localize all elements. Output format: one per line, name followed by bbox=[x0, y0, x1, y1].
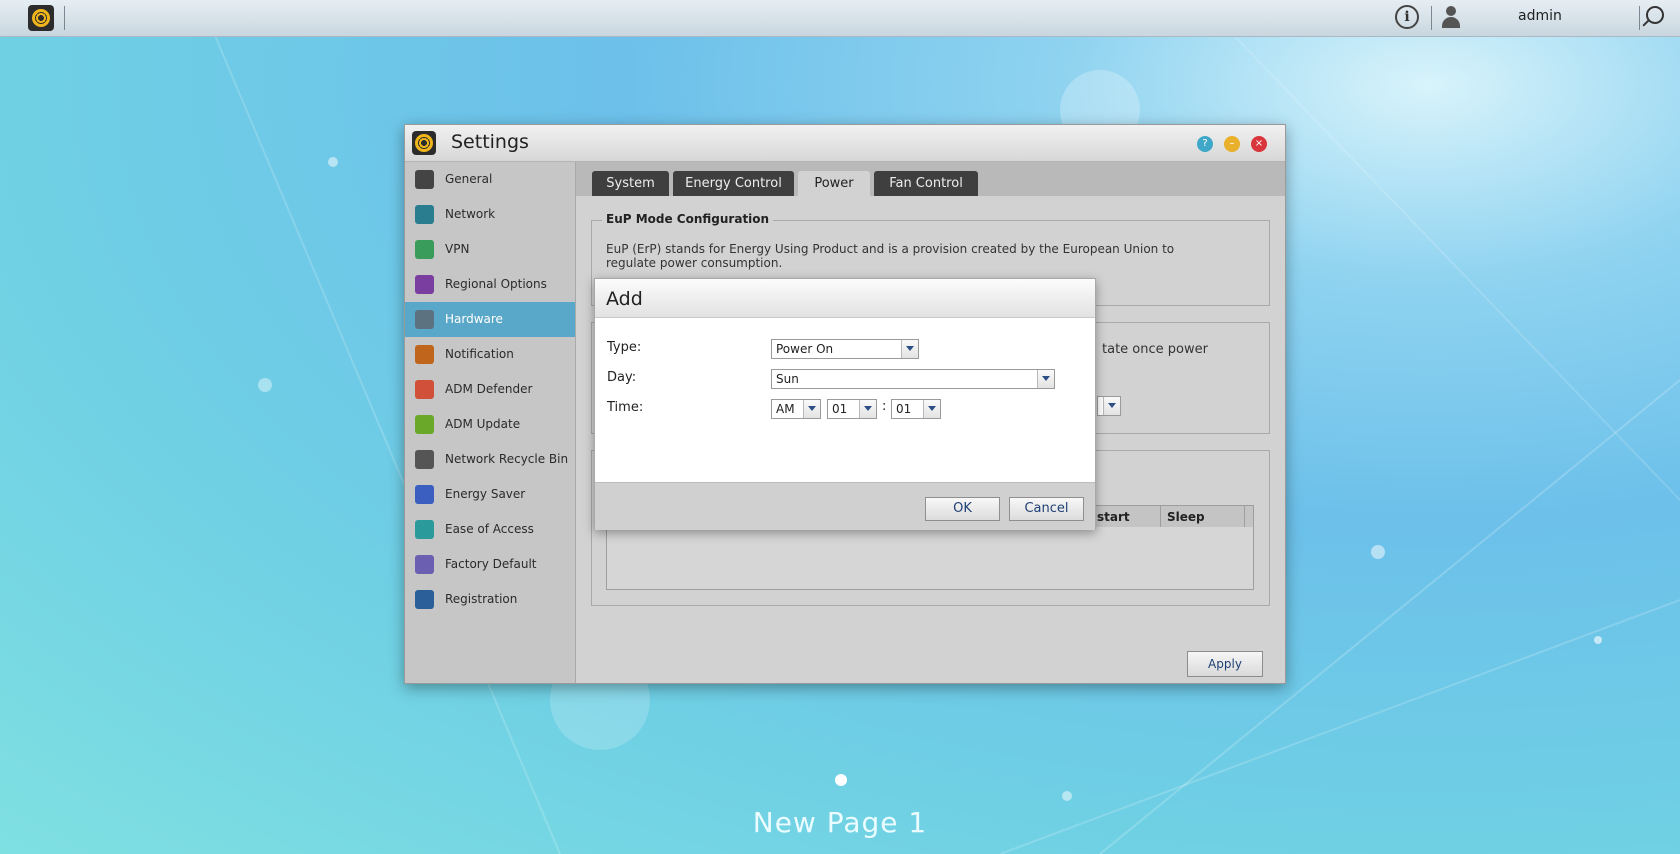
ok-button[interactable]: OK bbox=[925, 497, 1000, 521]
cloud-icon bbox=[415, 520, 434, 539]
sidebar-item-label: Energy Saver bbox=[445, 487, 526, 501]
schedule-table-body bbox=[606, 527, 1254, 590]
tab-fan-control[interactable]: Fan Control bbox=[874, 171, 978, 196]
sidebar-item-label: General bbox=[445, 172, 493, 186]
sidebar-item-adm-defender[interactable]: ADM Defender bbox=[405, 372, 575, 407]
trash-icon bbox=[415, 450, 434, 469]
sidebar-item-label: Regional Options bbox=[445, 277, 547, 291]
minimize-icon[interactable]: – bbox=[1224, 136, 1240, 152]
sidebar-item-regional-options[interactable]: Regional Options bbox=[405, 267, 575, 302]
server-icon bbox=[415, 170, 434, 189]
settings-app-icon[interactable] bbox=[28, 5, 54, 31]
sidebar-item-factory-default[interactable]: Factory Default bbox=[405, 547, 575, 582]
sidebar-item-label: Hardware bbox=[445, 312, 503, 326]
window-titlebar[interactable]: Settings ? – × bbox=[405, 125, 1285, 162]
taskbar-divider bbox=[1639, 6, 1640, 30]
firewall-icon bbox=[415, 380, 434, 399]
sidebar-item-label: ADM Defender bbox=[445, 382, 533, 396]
tab-system[interactable]: System bbox=[592, 171, 669, 196]
settings-icon bbox=[412, 131, 436, 155]
add-dialog: Add Type: Power On Day: Sun Time: AM 01 … bbox=[594, 278, 1096, 530]
sidebar-item-label: Factory Default bbox=[445, 557, 537, 571]
undo-icon bbox=[415, 555, 434, 574]
sidebar-item-adm-update[interactable]: ADM Update bbox=[405, 407, 575, 442]
lightning-icon bbox=[415, 485, 434, 504]
sidebar-item-label: Registration bbox=[445, 592, 518, 606]
time-separator: : bbox=[882, 399, 887, 414]
eup-description-line2: regulate power consumption. bbox=[606, 256, 783, 270]
column-header-restart[interactable]: start bbox=[1097, 510, 1130, 524]
page-indicator-dot[interactable] bbox=[835, 774, 847, 786]
help-icon[interactable]: ? bbox=[1197, 136, 1213, 152]
search-icon[interactable] bbox=[1646, 6, 1664, 24]
power-state-description: tate once power bbox=[1102, 342, 1208, 357]
house-icon bbox=[415, 240, 434, 259]
globe-icon bbox=[415, 205, 434, 224]
eup-legend: EuP Mode Configuration bbox=[602, 212, 774, 226]
tab-bar: System Energy Control Power Fan Control bbox=[576, 162, 1285, 196]
sidebar-item-label: Network bbox=[445, 207, 496, 221]
sidebar-item-network-recycle-bin[interactable]: Network Recycle Bin bbox=[405, 442, 575, 477]
day-value: Sun bbox=[776, 372, 799, 386]
sidebar-item-label: Notification bbox=[445, 347, 514, 361]
sidebar-item-notification[interactable]: Notification bbox=[405, 337, 575, 372]
sidebar-item-label: ADM Update bbox=[445, 417, 521, 431]
sidebar-item-energy-saver[interactable]: Energy Saver bbox=[405, 477, 575, 512]
dialog-titlebar[interactable]: Add bbox=[595, 279, 1095, 318]
hour-value: 01 bbox=[832, 402, 848, 416]
column-header-sleep[interactable]: Sleep bbox=[1167, 510, 1205, 524]
window-title: Settings bbox=[451, 131, 529, 153]
chevron-down-icon bbox=[803, 400, 820, 418]
tab-energy-control[interactable]: Energy Control bbox=[673, 171, 794, 196]
chevron-down-icon bbox=[1037, 370, 1054, 388]
taskbar-divider bbox=[64, 6, 65, 30]
alert-icon bbox=[415, 345, 434, 364]
dialog-title: Add bbox=[606, 288, 643, 310]
dialog-footer: OK Cancel bbox=[595, 482, 1095, 530]
clipboard-icon bbox=[415, 590, 434, 609]
user-icon[interactable] bbox=[1440, 5, 1462, 29]
day-select[interactable]: Sun bbox=[771, 369, 1055, 389]
time-label: Time: bbox=[607, 400, 644, 415]
map-pin-icon bbox=[415, 275, 434, 294]
sidebar-item-label: Ease of Access bbox=[445, 522, 534, 536]
type-value: Power On bbox=[776, 342, 834, 356]
settings-sidebar: General Network VPN Regional Options Hardwar… bbox=[405, 162, 576, 683]
sidebar-item-label: VPN bbox=[445, 242, 470, 256]
info-icon[interactable]: i bbox=[1395, 5, 1419, 29]
tab-power[interactable]: Power bbox=[798, 171, 870, 196]
sidebar-item-label: Network Recycle Bin bbox=[445, 452, 569, 466]
arrow-up-icon bbox=[415, 415, 434, 434]
time-hour-select[interactable]: 01 bbox=[827, 399, 877, 419]
taskbar-divider bbox=[1431, 6, 1432, 30]
type-label: Type: bbox=[607, 340, 642, 355]
ampm-value: AM bbox=[776, 402, 795, 416]
time-ampm-select[interactable]: AM bbox=[771, 399, 821, 419]
sidebar-item-network[interactable]: Network bbox=[405, 197, 575, 232]
cancel-button[interactable]: Cancel bbox=[1009, 497, 1084, 521]
sidebar-item-vpn[interactable]: VPN bbox=[405, 232, 575, 267]
sidebar-item-ease-of-access[interactable]: Ease of Access bbox=[405, 512, 575, 547]
desktop-page-label: New Page 1 bbox=[752, 806, 928, 839]
power-state-select[interactable] bbox=[1097, 396, 1121, 416]
close-icon[interactable]: × bbox=[1251, 136, 1267, 152]
day-label: Day: bbox=[607, 370, 637, 385]
hardware-icon bbox=[415, 310, 434, 329]
type-select[interactable]: Power On bbox=[771, 339, 919, 359]
sidebar-item-hardware[interactable]: Hardware bbox=[405, 302, 575, 337]
sidebar-item-registration[interactable]: Registration bbox=[405, 582, 575, 617]
eup-description-line1: EuP (ErP) stands for Energy Using Produc… bbox=[606, 242, 1175, 256]
username-label[interactable]: admin bbox=[1518, 8, 1562, 24]
chevron-down-icon bbox=[901, 340, 918, 358]
apply-button[interactable]: Apply bbox=[1187, 651, 1263, 677]
chevron-down-icon bbox=[859, 400, 876, 418]
minute-value: 01 bbox=[896, 402, 912, 416]
sidebar-item-general[interactable]: General bbox=[405, 162, 575, 197]
time-minute-select[interactable]: 01 bbox=[891, 399, 941, 419]
top-taskbar: i admin bbox=[0, 0, 1680, 37]
chevron-down-icon bbox=[923, 400, 940, 418]
